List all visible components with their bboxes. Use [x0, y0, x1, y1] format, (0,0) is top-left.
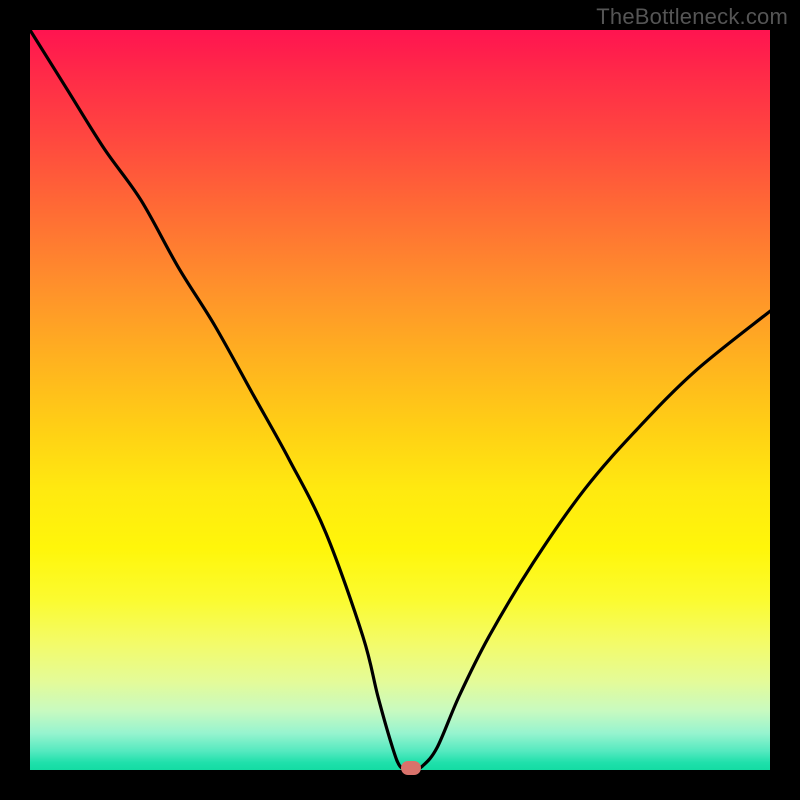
plot-area — [30, 30, 770, 770]
minimum-marker — [401, 761, 421, 775]
chart-frame: TheBottleneck.com — [0, 0, 800, 800]
curve-path — [30, 30, 770, 769]
bottleneck-curve — [30, 30, 770, 770]
watermark-text: TheBottleneck.com — [596, 4, 788, 30]
